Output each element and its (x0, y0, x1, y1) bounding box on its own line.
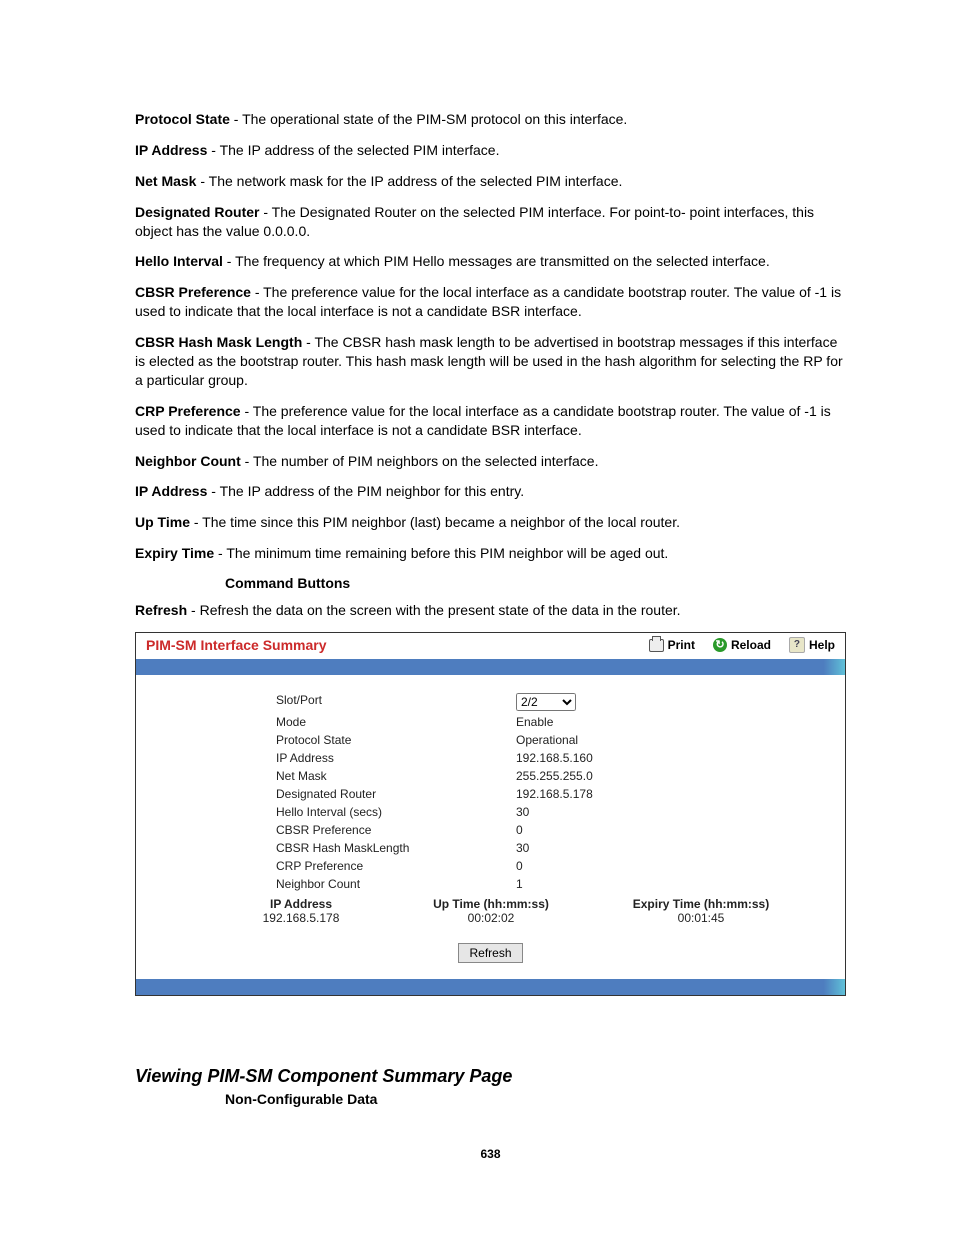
next-section-title: Viewing PIM-SM Component Summary Page (135, 1066, 846, 1087)
label-mode: Mode (146, 715, 516, 729)
term-cbsr-hash: CBSR Hash Mask Length (135, 334, 302, 350)
col-header-uptime: Up Time (hh:mm:ss) (396, 897, 586, 911)
term-up-time: Up Time (135, 514, 190, 530)
value-designated-router: 192.168.5.178 (516, 787, 835, 801)
reload-label: Reload (731, 638, 771, 652)
desc-ip-address: - The IP address of the selected PIM int… (207, 142, 499, 158)
desc-refresh: - Refresh the data on the screen with th… (187, 602, 680, 618)
term-neighbor-count: Neighbor Count (135, 453, 241, 469)
desc-net-mask: - The network mask for the IP address of… (196, 173, 622, 189)
col-header-ip: IP Address (206, 897, 396, 911)
help-icon: ? (789, 637, 805, 653)
label-slot-port: Slot/Port (146, 693, 516, 711)
term-net-mask: Net Mask (135, 173, 196, 189)
desc-neighbor-count: - The number of PIM neighbors on the sel… (241, 453, 599, 469)
value-protocol-state: Operational (516, 733, 835, 747)
value-hello-interval: 30 (516, 805, 835, 819)
term-refresh: Refresh (135, 602, 187, 618)
pim-sm-interface-summary-panel: PIM-SM Interface Summary Print ↻ Reload … (135, 632, 846, 996)
value-cbsr-hash: 30 (516, 841, 835, 855)
desc-expiry-time: - The minimum time remaining before this… (214, 545, 668, 561)
help-button[interactable]: ? Help (789, 637, 835, 653)
page-number: 638 (135, 1147, 846, 1161)
reload-icon: ↻ (713, 638, 727, 652)
term-designated-router: Designated Router (135, 204, 259, 220)
label-net-mask: Net Mask (146, 769, 516, 783)
desc-hello-interval: - The frequency at which PIM Hello messa… (223, 253, 770, 269)
divider-bar-bottom (136, 979, 845, 995)
refresh-button[interactable]: Refresh (458, 943, 522, 963)
term-protocol-state: Protocol State (135, 111, 230, 127)
value-ip-address: 192.168.5.160 (516, 751, 835, 765)
command-buttons-heading: Command Buttons (225, 575, 846, 591)
panel-title: PIM-SM Interface Summary (146, 637, 327, 653)
next-section-sub: Non-Configurable Data (225, 1091, 846, 1107)
reload-button[interactable]: ↻ Reload (713, 637, 771, 653)
value-crp-pref: 0 (516, 859, 835, 873)
cell-expiry: 00:01:45 (586, 911, 816, 925)
desc-ip-address-2: - The IP address of the PIM neighbor for… (207, 483, 524, 499)
value-net-mask: 255.255.255.0 (516, 769, 835, 783)
label-neighbor-count: Neighbor Count (146, 877, 516, 891)
desc-up-time: - The time since this PIM neighbor (last… (190, 514, 680, 530)
slot-port-select[interactable]: 2/2 (516, 693, 576, 711)
label-hello-interval: Hello Interval (secs) (146, 805, 516, 819)
label-ip-address: IP Address (146, 751, 516, 765)
help-label: Help (809, 638, 835, 652)
term-cbsr-pref: CBSR Preference (135, 284, 251, 300)
divider-bar-top (136, 659, 845, 675)
term-ip-address: IP Address (135, 142, 207, 158)
cell-uptime: 00:02:02 (396, 911, 586, 925)
col-header-expiry: Expiry Time (hh:mm:ss) (586, 897, 816, 911)
label-protocol-state: Protocol State (146, 733, 516, 747)
term-hello-interval: Hello Interval (135, 253, 223, 269)
print-icon (649, 639, 664, 652)
cell-ip: 192.168.5.178 (206, 911, 396, 925)
value-mode: Enable (516, 715, 835, 729)
label-cbsr-hash: CBSR Hash MaskLength (146, 841, 516, 855)
desc-protocol-state: - The operational state of the PIM-SM pr… (230, 111, 627, 127)
term-ip-address-2: IP Address (135, 483, 207, 499)
print-button[interactable]: Print (649, 637, 695, 653)
print-label: Print (668, 638, 695, 652)
neighbor-table: IP Address Up Time (hh:mm:ss) Expiry Tim… (146, 897, 835, 925)
term-expiry-time: Expiry Time (135, 545, 214, 561)
value-cbsr-pref: 0 (516, 823, 835, 837)
table-row: 192.168.5.178 00:02:02 00:01:45 (206, 911, 835, 925)
label-cbsr-pref: CBSR Preference (146, 823, 516, 837)
label-designated-router: Designated Router (146, 787, 516, 801)
value-neighbor-count: 1 (516, 877, 835, 891)
term-crp-pref: CRP Preference (135, 403, 241, 419)
label-crp-pref: CRP Preference (146, 859, 516, 873)
